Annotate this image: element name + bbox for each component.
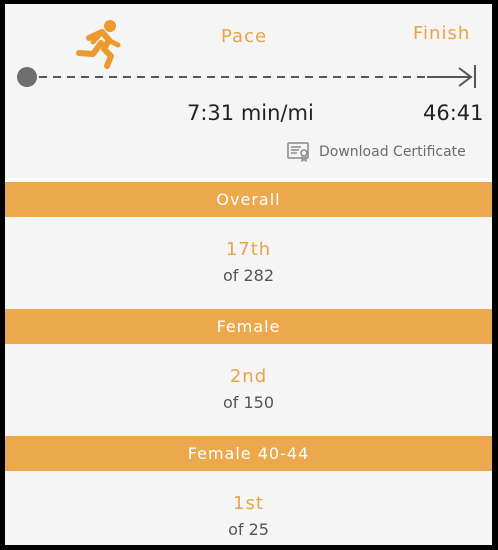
result-card: Pace Finish 7:31 min/mi 46:41 Download C… — [5, 4, 492, 545]
total-count: of 25 — [228, 520, 269, 539]
pace-label: Pace — [221, 26, 268, 47]
progress-track — [17, 65, 476, 88]
total-count: of 282 — [222, 266, 275, 285]
download-certificate-label: Download Certificate — [319, 144, 466, 160]
category-label: Female 40-44 — [187, 444, 310, 463]
finish-label: Finish — [413, 23, 471, 44]
place-value: 1st — [233, 493, 264, 514]
pace-value: 7:31 min/mi — [187, 101, 314, 125]
finish-time: 46:41 — [423, 101, 484, 125]
place-value: 2nd — [229, 366, 268, 387]
age-group-header: Female 40-44 — [5, 436, 492, 471]
overall-ranking: 17th of 282 — [5, 217, 492, 309]
place-value: 17th — [225, 239, 272, 260]
female-ranking: 2nd of 150 — [5, 344, 492, 436]
category-label: Female — [216, 317, 281, 336]
total-count: of 150 — [222, 393, 275, 412]
certificate-icon — [287, 142, 309, 163]
download-certificate-link[interactable]: Download Certificate — [287, 141, 466, 163]
age-group-ranking: 1st of 25 — [5, 471, 492, 545]
start-dot-icon — [17, 67, 37, 87]
category-label: Overall — [216, 190, 281, 209]
female-header: Female — [5, 309, 492, 344]
result-header: Pace Finish 7:31 min/mi 46:41 Download C… — [5, 4, 492, 178]
overall-header: Overall — [5, 182, 492, 217]
